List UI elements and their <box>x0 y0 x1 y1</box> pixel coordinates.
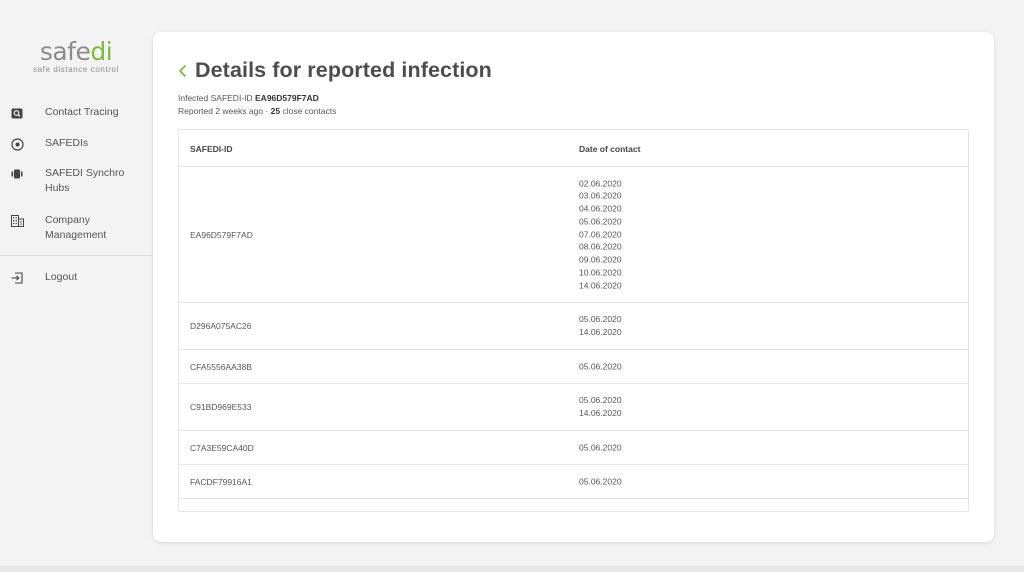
infected-id-value: EA96D579F7AD <box>255 93 319 103</box>
table-row[interactable]: EA96D579F7AD 02.06.2020 03.06.2020 04.06… <box>179 167 968 303</box>
contact-date: 05.06.2020 <box>579 395 622 406</box>
contact-date: 05.06.2020 <box>579 361 622 372</box>
table-row[interactable]: C91BD969E533 05.06.2020 14.06.2020 <box>179 384 968 431</box>
search-icon <box>10 106 24 120</box>
contact-date: 04.06.2020 <box>579 203 622 214</box>
chevron-left-icon[interactable] <box>177 63 189 79</box>
contact-date: 07.06.2020 <box>579 229 622 240</box>
table-row[interactable]: C7A3E59CA40D 05.06.2020 <box>179 431 968 465</box>
sidebar-divider <box>0 255 152 256</box>
contact-date: 14.06.2020 <box>579 327 622 337</box>
sidebar-item-contact-tracing[interactable]: Contact Tracing <box>0 105 119 120</box>
infected-id-line: Infected SAFEDI-ID EA96D579F7AD <box>178 92 336 105</box>
horizontal-scrollbar[interactable] <box>0 566 1024 572</box>
sidebar-item-label: Company Management <box>45 214 107 241</box>
logout-icon <box>10 271 24 285</box>
row-dates: 05.06.2020 <box>579 475 622 488</box>
contact-date: 02.06.2020 <box>579 177 622 188</box>
sidebar: safedi safe distance control Contact Tra… <box>0 0 152 572</box>
page-title: Details for reported infection <box>195 58 492 82</box>
row-safedi-id: FACDF79916A1 <box>190 476 252 487</box>
table-header: SAFEDI-ID Date of contact <box>179 130 968 167</box>
row-safedi-id: CFA5556AA38B <box>190 361 252 372</box>
contact-date: 05.06.2020 <box>579 476 622 487</box>
contact-date: 10.06.2020 <box>579 267 622 278</box>
sidebar-item-label: Contact Tracing <box>45 106 119 118</box>
title-row: Details for reported infection <box>177 58 492 83</box>
contacts-table: SAFEDI-ID Date of contact EA96D579F7AD 0… <box>178 129 969 512</box>
row-dates: 05.06.2020 <box>579 441 622 454</box>
hub-icon <box>10 167 24 181</box>
table-row[interactable]: FACDF79916A1 05.06.2020 <box>179 465 968 499</box>
row-safedi-id: C7A3E59CA40D <box>190 442 254 453</box>
column-header-safedi-id[interactable]: SAFEDI-ID <box>190 144 233 154</box>
contact-date: 03.06.2020 <box>579 190 622 201</box>
infected-id-label: Infected SAFEDI-ID <box>178 93 253 103</box>
target-icon <box>10 137 24 151</box>
contact-suffix: close contacts <box>282 106 337 116</box>
safedi-logo[interactable]: safedi safe distance control <box>30 38 122 75</box>
logo-main-text: safe <box>39 37 91 66</box>
contact-date: 14.06.2020 <box>579 280 622 291</box>
contact-date: 09.06.2020 <box>579 254 622 265</box>
contact-count: 25 <box>270 106 281 116</box>
row-dates: 05.06.2020 14.06.2020 <box>579 394 622 420</box>
logo-accent-text: di <box>90 37 113 66</box>
contact-date: 05.06.2020 <box>579 314 622 325</box>
row-dates: 02.06.2020 03.06.2020 04.06.2020 05.06.2… <box>579 177 622 292</box>
contact-date: 08.06.2020 <box>579 241 622 252</box>
sidebar-item-label: Logout <box>45 271 78 283</box>
infection-details-card: Details for reported infection Infected … <box>153 32 994 542</box>
logo-tagline: safe distance control <box>33 65 119 74</box>
sidebar-item-company-management[interactable]: Company Management <box>0 213 125 243</box>
column-header-date-of-contact[interactable]: Date of contact <box>579 144 640 154</box>
contact-date: 14.06.2020 <box>579 408 622 418</box>
row-safedi-id: EA96D579F7AD <box>190 229 253 240</box>
building-icon <box>10 214 24 228</box>
row-dates: 05.06.2020 <box>579 360 622 373</box>
table-row[interactable]: D296A075AC26 05.06.2020 14.06.2020 <box>179 303 968 350</box>
sidebar-item-label: SAFEDI Synchro Hubs <box>45 167 125 194</box>
contact-date: 05.06.2020 <box>579 442 622 453</box>
row-safedi-id: C91BD969E533 <box>190 402 252 412</box>
sidebar-item-synchro-hubs[interactable]: SAFEDI Synchro Hubs <box>0 166 125 196</box>
contact-date: 05.06.2020 <box>579 216 622 227</box>
row-dates: 05.06.2020 14.06.2020 <box>579 313 622 339</box>
sidebar-item-logout[interactable]: Logout <box>0 270 77 285</box>
sidebar-item-label: SAFEDIs <box>45 137 89 149</box>
reported-line: Reported 2 weeks ago · 25 close contacts <box>178 105 336 118</box>
infection-meta: Infected SAFEDI-ID EA96D579F7AD Reported… <box>178 92 336 118</box>
row-safedi-id: D296A075AC26 <box>190 321 252 331</box>
reported-text: Reported 2 weeks ago · <box>178 106 269 116</box>
sidebar-item-safedis[interactable]: SAFEDIs <box>0 136 88 151</box>
table-row[interactable]: CFA5556AA38B 05.06.2020 <box>179 350 968 384</box>
logo-wordmark: safedi <box>30 38 122 66</box>
